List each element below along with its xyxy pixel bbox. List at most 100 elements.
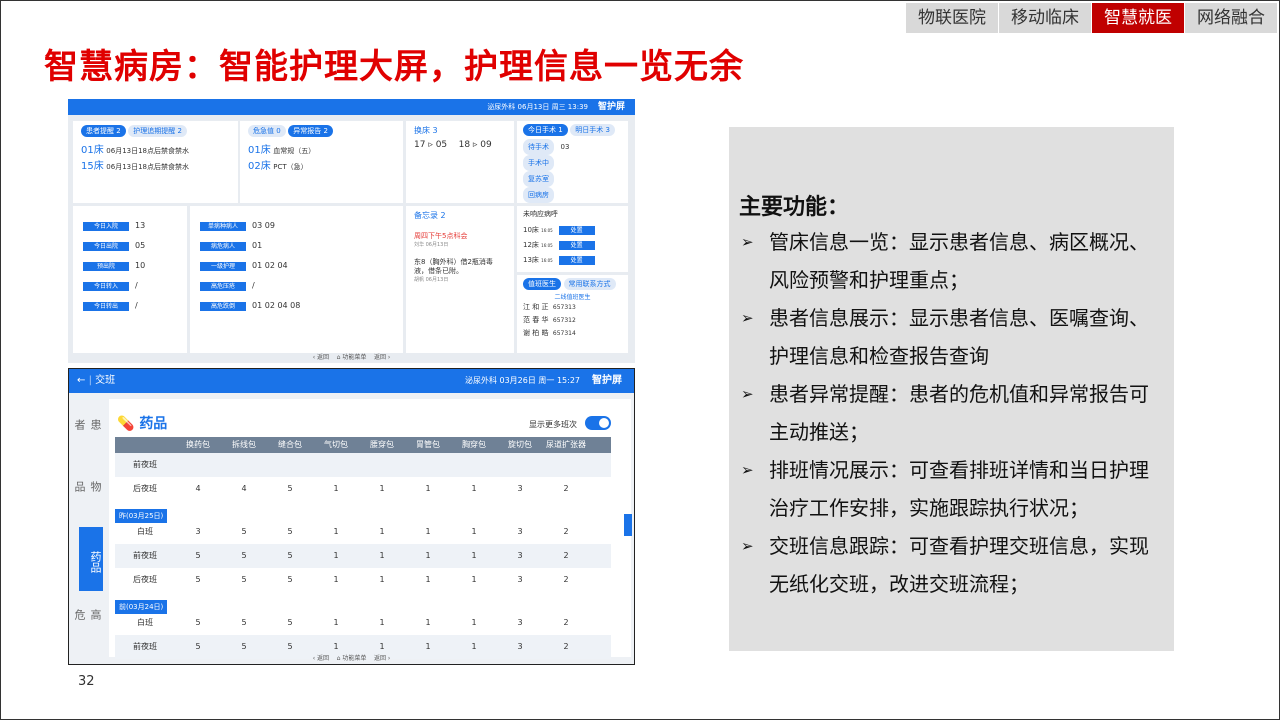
stat-row: 高危跌倒 01 02 04 08 [200,296,393,316]
back-arrow-icon[interactable]: ← [77,375,89,386]
nav-tab-1[interactable]: 移动临床 [998,3,1091,33]
table-cell: 1 [379,551,385,560]
table-cell: 白班 [137,527,153,536]
tab-contacts[interactable]: 常用联系方式 [563,278,616,290]
table-cell: 1 [471,551,477,560]
page-title: 智慧病房：智能护理大屏，护理信息一览无余 [44,47,744,87]
table-cell [267,453,313,477]
handle-button[interactable]: 处置 [558,226,595,235]
show-more-toggle[interactable] [585,416,611,430]
pill-icon: 💊 [117,416,135,432]
handover-footer: ‹ 返回 ⌂ 功能菜单 返回 › [69,654,634,664]
feature-title: 主要功能： [739,195,850,220]
nav-tabs: 物联医院 移动临床 智慧就医 网络融合 [905,3,1277,33]
side-tab-patient[interactable]: 患者 [73,419,103,430]
list-item: 谢 柏 皓 657314 [523,329,576,337]
nursing-dashboard-screenshot: 泌尿外科 06月13日 周三 13:39 智护屏 患者提醒 2 护理追期提醒 2 … [68,99,635,363]
list-item: 01床 06月13日18点后禁食禁水 [81,145,190,156]
expand-handle[interactable] [624,514,632,536]
table-cell: 5 [241,527,247,536]
table-cell: 1 [379,527,385,536]
table-row: 后夜班 4 4 5 1 1 1 1 3 2 [115,477,611,501]
tab-tomorrow-surgery[interactable]: 明日手术 3 [570,124,615,136]
column-header: 气切包 [324,440,348,449]
column-header: 胃管包 [416,440,440,449]
back-button[interactable]: ‹ 返回 [313,655,329,662]
table-cell [175,453,221,477]
arrow-bullet-icon: ➢ [741,385,754,403]
column-header [115,437,175,453]
memo-item: 周四下午5点科会 [414,232,468,240]
stat-row: 今日入院 13 [83,216,177,236]
memo-author: 胡帆 06月13日 [414,277,449,283]
list-item: 12床 16:05 处置 [523,238,622,253]
table-cell: 1 [425,484,431,493]
feature-item: ➢ 管床信息一览：显示患者信息、病区概况、风险预警和护理重点； [739,223,1164,299]
tab-patient-reminder[interactable]: 患者提醒 2 [81,125,126,137]
tab-critical-value[interactable]: 危急值 0 [248,125,286,137]
bed-change-title: 换床 3 [414,126,438,135]
table-cell: 1 [379,618,385,627]
table-cell: 1 [333,575,339,584]
table-row: 白班 5 5 5 1 1 1 1 3 2 [115,611,611,635]
back-button[interactable]: ‹ 返回 [313,354,329,361]
table-header: 换药包 拆线包 缝合包 气切包 腰穿包 胃管包 胸穿包 旋切包 尿道扩张器 [115,437,611,453]
handle-button[interactable]: 处置 [558,256,595,265]
list-item: 复苏室 [523,171,622,187]
side-tab-high-risk-drugs[interactable]: 高危药 [69,609,103,620]
table-cell: 前夜班 [133,551,157,560]
feature-item: ➢ 患者信息展示：显示患者信息、医嘱查询、护理信息和检查报告查询 [739,299,1164,375]
table-cell [543,453,589,477]
table-cell: 5 [195,618,201,627]
table-cell [313,453,359,477]
table-cell: 5 [195,575,201,584]
reminder-card: 患者提醒 2 护理追期提醒 2 01床 06月13日18点后禁食禁水 15床 0… [73,121,238,203]
drug-panel: 💊 药品 显示更多班次 换药包 拆线包 缝合包 气切包 腰穿包 胃管包 胸穿包 旋切包 尿道扩张… [109,399,631,659]
feature-item: ➢ 交班信息跟踪：可查看护理交班信息，实现无纸化交班，改进交班流程； [739,527,1164,603]
nav-tab-0[interactable]: 物联医院 [905,3,998,33]
menu-button[interactable]: ⌂ 功能菜单 [337,655,367,662]
menu-button[interactable]: ⌂ 功能菜单 [337,354,367,361]
tab-abnormal-report[interactable]: 异常报告 2 [288,125,333,137]
table-cell: 1 [471,575,477,584]
table-cell: 1 [425,551,431,560]
memo-card: 备忘录 2 周四下午5点科会 刘华 06月13日 东8（胸外科）借2瓶消毒液，借… [406,206,514,353]
handover-screenshot: ← | 交班 泌尿外科 03月26日 周一 15:27 智护屏 患者 物品 药品 … [68,368,635,665]
stats-left-card: 今日入院 13 今日出院 05 预出院 10 今日转入 / 今日转出 / [73,206,187,353]
table-cell: 1 [333,551,339,560]
panel-title: 💊 药品 [117,416,168,432]
return-button[interactable]: 返回 › [374,354,390,361]
table-cell: 1 [379,575,385,584]
table-cell: 1 [425,575,431,584]
table-cell: 1 [471,527,477,536]
side-tab-items[interactable]: 物品 [73,481,103,492]
memo-author: 刘华 06月13日 [414,242,449,248]
table-cell: 5 [287,618,293,627]
table-cell: 1 [333,618,339,627]
table-cell: 前夜班 [133,460,157,469]
tab-today-surgery[interactable]: 今日手术 1 [523,124,568,136]
column-header: 尿道扩张器 [546,440,586,449]
return-button[interactable]: 返回 › [374,655,390,662]
table-cell: 5 [195,551,201,560]
table-row: 后夜班 5 5 5 1 1 1 1 3 2 [115,568,611,592]
table-cell: 3 [517,551,523,560]
memo-item: 东8（胸外科）借2瓶消毒液，借条已附。 [414,258,493,275]
call-card: 未响应病呼 10床 16:05 处置 12床 16:05 处置 13床 16:05 处… [517,206,628,272]
tab-care-reminder[interactable]: 护理追期提醒 2 [128,125,187,137]
list-item: 回病房 [523,187,622,203]
feature-item: ➢ 患者异常提醒：患者的危机值和异常报告可主动推送； [739,375,1164,451]
table-cell: 5 [241,575,247,584]
nav-tab-2[interactable]: 智慧就医 [1091,3,1184,33]
nav-tab-3[interactable]: 网络融合 [1184,3,1277,33]
table-cell: 5 [241,618,247,627]
list-item: 01床 血常规（五） [248,145,316,156]
handover-header-info: 泌尿外科 03月26日 周一 15:27 [464,376,580,385]
table-cell: 2 [563,551,569,560]
tab-duty-doctor[interactable]: 值班医生 [523,278,561,290]
table-cell: 2 [563,527,569,536]
handle-button[interactable]: 处置 [558,241,595,250]
side-tab-drugs[interactable]: 药品 [79,527,103,591]
list-item: 手术中 [523,155,622,171]
handover-brand: 智护屏 [592,375,622,386]
